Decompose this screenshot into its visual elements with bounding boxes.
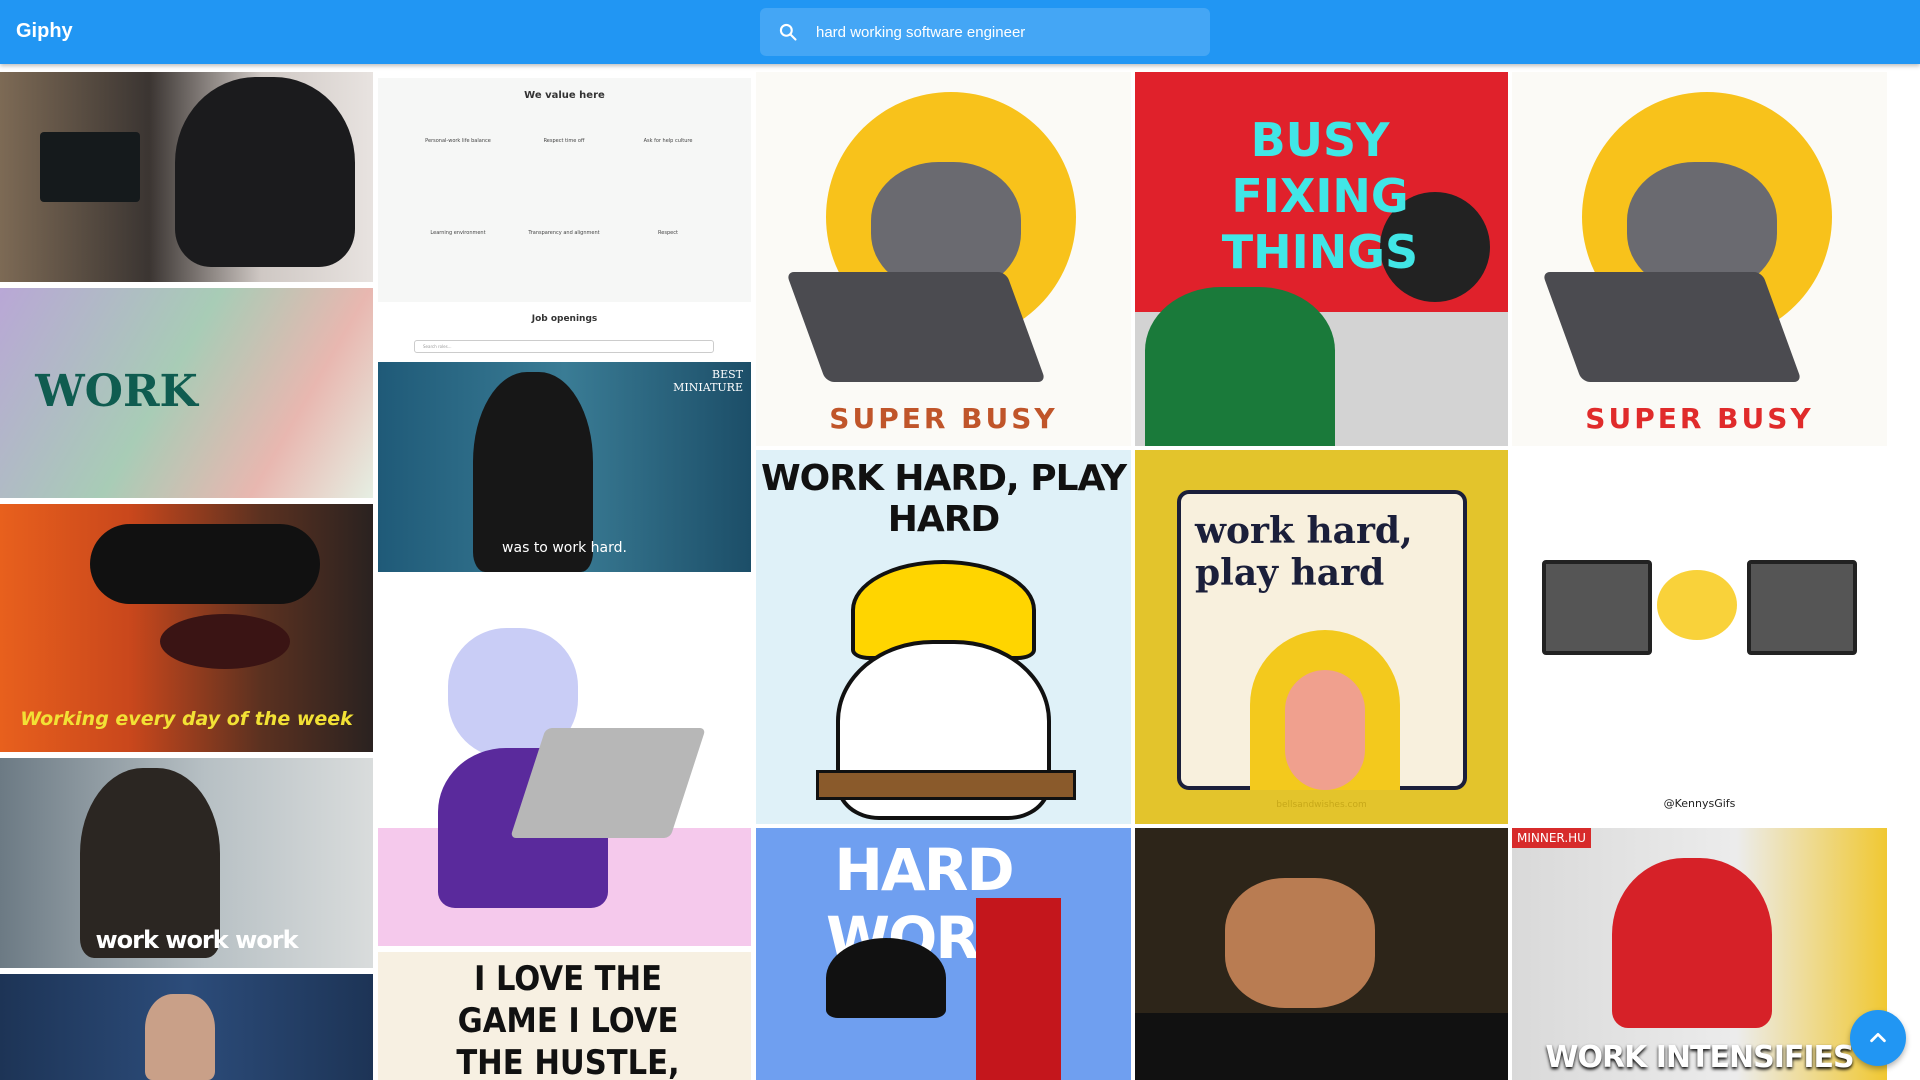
search-input[interactable] [816,8,1196,56]
punching-bag-shape [976,898,1061,1080]
gif-caption: was to work hard. [502,540,627,556]
gif-tile[interactable]: work hard, play hard bellsandwishes.com [1135,450,1508,824]
scroll-top-button[interactable] [1850,1010,1906,1066]
values-item: Learning environment [430,230,486,236]
values-item: Transparency and alignment [528,230,600,236]
gif-caption: WORK HARD, PLAY HARD [760,458,1127,540]
laptop-shape [40,132,140,202]
gif-tile[interactable]: HARD WORK [756,828,1131,1080]
gif-tile[interactable]: Working every day of the week [0,504,373,752]
man-shape [1225,878,1375,1008]
sunglasses-shape [90,524,320,604]
gif-caption: SUPER BUSY [829,402,1058,435]
gif-caption: SUPER BUSY [1585,402,1814,435]
gif-caption: Working every day of the week [20,708,353,730]
gif-caption: WORK [35,366,198,417]
app-title[interactable]: Giphy [16,20,73,43]
gif-caption: work hard, play hard [1195,510,1413,594]
laptop-shape [1541,272,1803,382]
logo: BEST MINIATURE [673,368,743,394]
search-box[interactable] [760,8,1210,56]
gif-tile[interactable]: BUSY FIXING THINGS [1135,72,1508,446]
laptop-shape [785,272,1047,382]
values-item: Personal-work life balance [425,138,491,144]
host-face-shape [145,994,215,1080]
jobs-heading: Job openings [531,314,598,324]
gif-tile[interactable] [0,72,373,282]
gif-tile[interactable]: WORK [0,288,373,498]
gif-tile[interactable]: SUPER BUSY [756,72,1131,446]
gif-tile[interactable]: MINNER.HU WORK INTENSIFIES [1512,828,1887,1080]
gif-tile[interactable] [0,974,373,1080]
gif-caption: work work work [95,926,298,954]
values-heading: We value here [524,90,605,101]
values-item: Respect time off [543,138,585,144]
person-hoodie-shape [1612,858,1772,1028]
monitor-right-shape [1747,560,1857,655]
laptop-shape [510,728,706,838]
toolbelt-shape [816,770,1076,800]
gif-tile[interactable]: @KennysGifs [1512,450,1887,824]
gif-grid: WORK Working every day of the week work … [0,72,1920,1080]
gif-tile[interactable]: SUPER BUSY [1512,72,1887,446]
cap-shape [826,938,946,1018]
values-item: Ask for help culture [643,138,693,144]
gif-tile[interactable]: BEST MINIATURE was to work hard. [378,362,751,572]
search-icon[interactable] [778,22,798,42]
credit-label: @KennysGifs [1663,797,1736,810]
chevron-up-icon [1870,1032,1886,1043]
values-panel [378,78,751,302]
lips-shape [160,614,290,669]
values-item: Respect [658,230,678,236]
gif-tile[interactable]: I LOVE THE GAME I LOVE THE HUSTLE, MAN [378,952,751,1080]
gif-caption: WORK INTENSIFIES [1545,1040,1854,1075]
jobs-search-field: Search roles... [414,340,714,353]
gorilla-shape [175,77,355,267]
gif-tile[interactable]: work work work [0,758,373,968]
gif-tile[interactable]: We value here Personal-work life balance… [378,72,751,360]
gif-caption: BUSY FIXING THINGS [1221,113,1419,279]
gif-tile[interactable] [378,578,751,946]
keyboard-shape [1135,1013,1508,1080]
chick-shape [1657,570,1737,640]
monitor-left-shape [1542,560,1652,655]
gif-tile[interactable] [1135,828,1508,1080]
gif-tile[interactable]: WORK HARD, PLAY HARD [756,450,1131,824]
watermark: bellsandwishes.com [1276,800,1367,810]
figure-shape [1145,287,1335,446]
badge: MINNER.HU [1512,828,1591,848]
gif-caption: I LOVE THE GAME I LOVE THE HUSTLE, MAN [456,959,680,1080]
app-bar: Giphy [0,0,1920,64]
arm-shape [1285,670,1365,790]
